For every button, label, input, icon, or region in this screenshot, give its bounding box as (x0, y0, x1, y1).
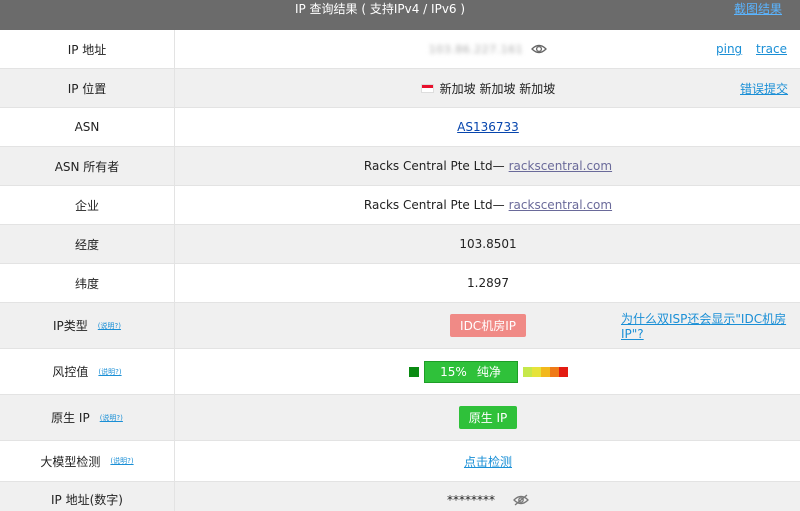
value-asn-owner: Racks Central Pte Ltd— rackscentral.com (176, 147, 800, 185)
report-error-link[interactable]: 错误提交 (740, 80, 788, 97)
report-error-wrap: 错误提交 (740, 69, 788, 107)
risk-scale-segment (522, 366, 532, 377)
result-header: IP 查询结果 ( 支持IPv4 / IPv6 ) 截图结果 (0, 0, 800, 30)
risk-color-scale (522, 366, 568, 377)
risk-low-marker (408, 366, 419, 377)
click-detect-link[interactable]: 点击检测 (464, 453, 512, 470)
value-longitude: 103.8501 (459, 237, 517, 251)
risk-scale-segment (531, 366, 541, 377)
row-ip-type: IP类型 (说明?) IDC机房IP 为什么双ISP还会显示"IDC机房IP"? (0, 303, 800, 349)
asn-link[interactable]: AS136733 (457, 120, 519, 134)
label-asn-owner: ASN 所有者 (0, 147, 175, 185)
risk-meter: 15% 纯净 (408, 360, 568, 383)
row-ip-numeric: IP 地址(数字) ******** (0, 482, 800, 511)
label-asn: ASN (0, 108, 175, 146)
label-risk: 风控值 (52, 365, 89, 379)
risk-scale-segment (540, 366, 550, 377)
label-llm: 大模型检测 (40, 454, 101, 469)
row-risk: 风控值 (说明?) 15% 纯净 (0, 349, 800, 395)
row-ip-address: IP 地址 103.86.227.161 ping trace (0, 30, 800, 69)
ip-address-value: 103.86.227.161 (428, 42, 524, 56)
idc-badge: IDC机房IP (450, 314, 526, 337)
row-native-ip: 原生 IP (说明?) 原生 IP (0, 395, 800, 441)
risk-help-link[interactable]: (说明?) (98, 367, 121, 377)
ping-link[interactable]: ping (716, 42, 742, 56)
label-enterprise: 企业 (0, 186, 175, 224)
trace-link[interactable]: trace (756, 42, 787, 56)
value-llm: 点击检测 (176, 441, 800, 481)
header-title: IP 查询结果 ( 支持IPv4 / IPv6 ) (294, 2, 466, 16)
row-latitude: 纬度 1.2897 (0, 264, 800, 303)
value-risk: 15% 纯净 (176, 349, 800, 394)
label-native-wrap: 原生 IP (说明?) (0, 395, 175, 440)
label-ip-numeric: IP 地址(数字) (0, 482, 175, 511)
risk-status: 纯净 (476, 365, 501, 379)
risk-percent: 15% (440, 364, 467, 379)
value-ip-address: 103.86.227.161 (176, 30, 800, 68)
row-asn: ASN AS136733 (0, 108, 800, 147)
row-llm-detect: 大模型检测 (说明?) 点击检测 (0, 441, 800, 482)
singapore-flag-icon (420, 83, 434, 93)
enterprise-domain-link[interactable]: rackscentral.com (509, 198, 612, 212)
label-ip-location: IP 位置 (0, 69, 175, 107)
row-ip-location: IP 位置 新加坡 新加坡 新加坡 错误提交 (0, 69, 800, 108)
asn-owner-company: Racks Central Pte Ltd— (363, 159, 505, 173)
ip-location-text: 新加坡 新加坡 新加坡 (439, 81, 556, 96)
row-enterprise: 企业 Racks Central Pte Ltd— rackscentral.c… (0, 186, 800, 225)
risk-score-bar: 15% 纯净 (423, 360, 518, 383)
ping-link-wrap: ping (716, 30, 742, 68)
screenshot-result-link[interactable]: 截图结果 (734, 0, 782, 18)
native-badge: 原生 IP (458, 406, 518, 429)
value-latitude: 1.2897 (467, 276, 509, 290)
risk-scale-segment (558, 366, 568, 377)
value-ip-numeric: ******** (176, 482, 800, 511)
label-risk-wrap: 风控值 (说明?) (0, 349, 175, 394)
label-ip-type-wrap: IP类型 (说明?) (0, 303, 175, 348)
eye-off-icon[interactable] (513, 494, 529, 506)
row-asn-owner: ASN 所有者 Racks Central Pte Ltd— rackscent… (0, 147, 800, 186)
idc-question-link[interactable]: 为什么双ISP还会显示"IDC机房IP"? (621, 310, 800, 341)
label-latitude: 纬度 (0, 264, 175, 302)
row-longitude: 经度 103.8501 (0, 225, 800, 264)
enterprise-company: Racks Central Pte Ltd— (363, 198, 505, 212)
value-asn: AS136733 (176, 108, 800, 146)
idc-question-wrap: 为什么双ISP还会显示"IDC机房IP"? (621, 303, 800, 348)
ip-type-help-link[interactable]: (说明?) (98, 321, 121, 331)
eye-icon[interactable] (531, 43, 548, 55)
label-native: 原生 IP (51, 411, 90, 425)
label-ip-type: IP类型 (53, 319, 88, 333)
risk-scale-segment (549, 366, 559, 377)
label-longitude: 经度 (0, 225, 175, 263)
value-native: 原生 IP (176, 395, 800, 440)
llm-help-link[interactable]: (说明?) (110, 456, 133, 466)
native-help-link[interactable]: (说明?) (100, 413, 123, 423)
label-ip-address: IP 地址 (0, 30, 175, 68)
trace-link-wrap: trace (756, 30, 787, 68)
label-llm-wrap: 大模型检测 (说明?) (0, 441, 175, 481)
value-ip-location: 新加坡 新加坡 新加坡 (176, 69, 800, 107)
value-enterprise: Racks Central Pte Ltd— rackscentral.com (176, 186, 800, 224)
ip-numeric-masked: ******** (447, 492, 495, 507)
asn-owner-domain-link[interactable]: rackscentral.com (509, 159, 612, 173)
